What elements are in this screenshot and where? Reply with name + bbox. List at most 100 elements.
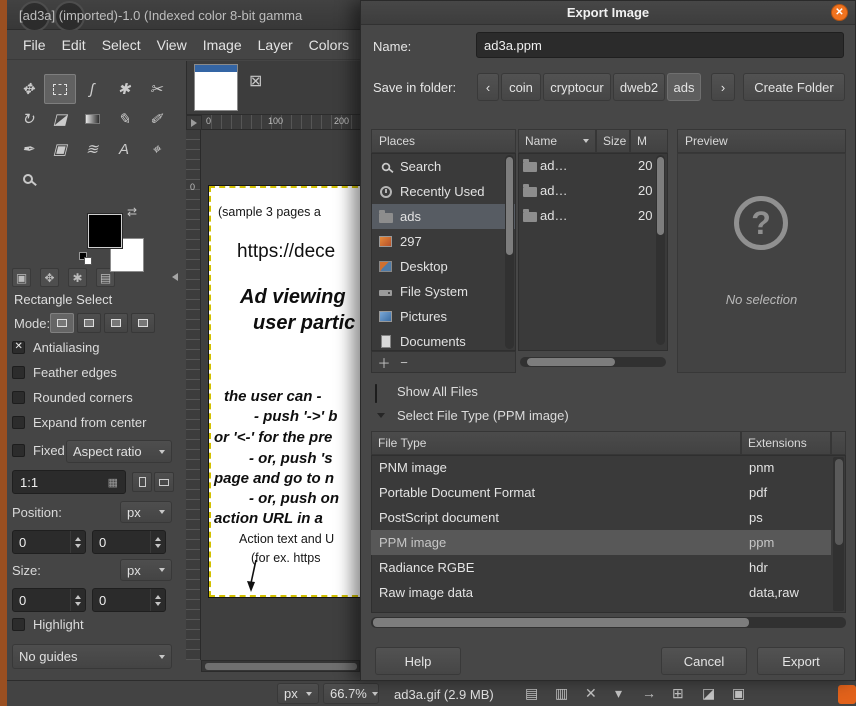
scrollbar-thumb[interactable] [835,459,843,545]
expander-arrow-icon[interactable] [377,413,385,418]
path-button-dweb2[interactable]: dweb2 [613,73,665,101]
scrollbar-thumb[interactable] [205,663,357,670]
statusbar-dock-icon-8[interactable]: ▣ [732,685,745,702]
rounded-corners-checkbox[interactable] [12,391,25,404]
scrollbar-thumb[interactable] [657,157,664,235]
foreground-color-swatch[interactable] [88,214,122,248]
menu-image[interactable]: Image [195,30,250,60]
file-type-row-pdf[interactable]: Portable Document Format pdf [371,480,831,505]
landscape-orientation-button[interactable] [154,472,174,492]
statusbar-dock-icon-5[interactable]: → [642,685,656,701]
show-all-files-checkbox[interactable] [375,384,377,403]
remove-bookmark-button[interactable]: − [394,354,414,370]
expand-from-center-checkbox[interactable] [12,416,25,429]
paintbrush-tool-button[interactable]: ✐ [140,104,172,134]
close-image-icon[interactable]: ⊠ [249,71,262,91]
zoom-level-dropdown[interactable]: 66.7% [323,683,379,704]
scrollbar-thumb[interactable] [506,157,513,255]
tab-undo-history[interactable]: ✱ [68,268,87,287]
position-y-spinner[interactable]: 0 [92,530,166,554]
create-folder-button[interactable]: Create Folder [743,73,845,101]
file-list-vertical-scrollbar[interactable] [656,155,665,345]
statusbar-dock-icon-7[interactable]: ◪ [702,685,715,702]
file-type-expander-label[interactable]: Select File Type (PPM image) [397,408,569,423]
smudge-tool-button[interactable]: ≋ [76,134,108,164]
place-ads[interactable]: ads [372,204,515,229]
size-width-spinner[interactable]: 0 [12,588,86,612]
mode-add-button[interactable] [77,313,101,333]
place-file-system[interactable]: File System [372,279,515,304]
mode-intersect-button[interactable] [131,313,155,333]
spinner-arrows[interactable] [70,589,85,611]
file-row[interactable]: ad… 20 [518,178,668,203]
column-header-file-type[interactable]: File Type [371,431,741,455]
spinner-arrows[interactable] [150,589,165,611]
fixed-checkbox[interactable] [12,444,25,457]
ruler-corner[interactable] [186,115,202,130]
color-picker-tool-button[interactable]: ⌖ [140,134,172,164]
position-unit-dropdown[interactable]: px [120,501,172,523]
rectangle-select-tool-button[interactable] [44,74,76,104]
image-tab-thumbnail[interactable] [194,64,238,111]
filename-input[interactable]: ad3a.ppm [476,32,844,58]
crop-tool-button[interactable]: ✂ [140,74,172,104]
path-button-coin[interactable]: coin [501,73,541,101]
zoom-tool-button[interactable] [12,164,44,194]
position-x-spinner[interactable]: 0 [12,530,86,554]
statusbar-dock-icon-2[interactable]: ▥ [555,685,568,702]
path-button-ads[interactable]: ads [667,73,701,101]
help-button[interactable]: Help [375,647,461,675]
aspect-ratio-input[interactable]: 1:1 ▦ [12,470,126,494]
bucket-fill-tool-button[interactable]: ◪ [44,104,76,134]
file-row[interactable]: ad… 20 [518,153,668,178]
scrollbar-thumb[interactable] [373,618,749,627]
highlight-checkbox[interactable] [12,618,25,631]
place-search[interactable]: Search [372,154,515,179]
column-header-size[interactable]: Size [596,129,630,153]
file-type-horizontal-scrollbar[interactable] [371,617,846,628]
swap-colors-icon[interactable]: ⇄ [127,205,137,219]
file-type-row-hdr[interactable]: Radiance RGBE hdr [371,555,831,580]
column-header-modified[interactable]: M [630,129,668,153]
path-back-button[interactable]: ‹ [477,73,499,101]
menu-layer[interactable]: Layer [250,30,301,60]
transform-tool-button[interactable]: ↻ [12,104,44,134]
clone-tool-button[interactable]: ▣ [44,134,76,164]
statusbar-dock-icon-3[interactable]: ✕ [585,685,597,702]
tab-tool-options[interactable]: ▣ [12,268,31,287]
dialog-titlebar[interactable]: Export Image [361,1,855,25]
menu-colors[interactable]: Colors [301,30,357,60]
path-button-cryptocur[interactable]: cryptocur [543,73,611,101]
ink-tool-button[interactable]: ✒ [12,134,44,164]
mode-replace-button[interactable] [50,313,74,333]
file-type-vertical-scrollbar[interactable] [833,457,844,611]
file-type-row-pnm[interactable]: PNM image pnm [371,455,831,480]
canvas-viewport[interactable]: (sample 3 pages a https://dece Ad viewin… [201,130,360,660]
text-tool-button[interactable]: A [108,134,140,164]
close-icon[interactable] [831,4,848,21]
move-tool-button[interactable]: ✥ [12,74,44,104]
menu-edit[interactable]: Edit [54,30,94,60]
column-header-extensions[interactable]: Extensions [741,431,831,455]
fuzzy-select-tool-button[interactable]: ✱ [108,74,140,104]
spinner-arrows[interactable] [70,531,85,553]
file-type-row-ps[interactable]: PostScript document ps [371,505,831,530]
path-forward-button[interactable]: › [711,73,735,101]
cancel-button[interactable]: Cancel [661,647,747,675]
mode-subtract-button[interactable] [104,313,128,333]
place-pictures[interactable]: Pictures [372,304,515,329]
pencil-tool-button[interactable]: ✎ [108,104,140,134]
canvas-horizontal-scrollbar[interactable] [201,660,360,672]
scrollbar-thumb[interactable] [527,358,615,366]
guides-dropdown[interactable]: No guides [12,644,172,669]
gradient-tool-button[interactable] [76,104,108,134]
statusbar-dock-icon-6[interactable]: ⊞ [672,685,684,702]
places-header[interactable]: Places [371,129,516,153]
tab-device-status[interactable]: ✥ [40,268,59,287]
size-height-spinner[interactable]: 0 [92,588,166,612]
antialiasing-checkbox[interactable] [12,341,25,354]
size-unit-dropdown[interactable]: px [120,559,172,581]
file-type-row-ppm-selected[interactable]: PPM image ppm [371,530,831,555]
places-scrollbar[interactable] [505,155,514,349]
file-list-horizontal-scrollbar[interactable] [520,357,666,367]
